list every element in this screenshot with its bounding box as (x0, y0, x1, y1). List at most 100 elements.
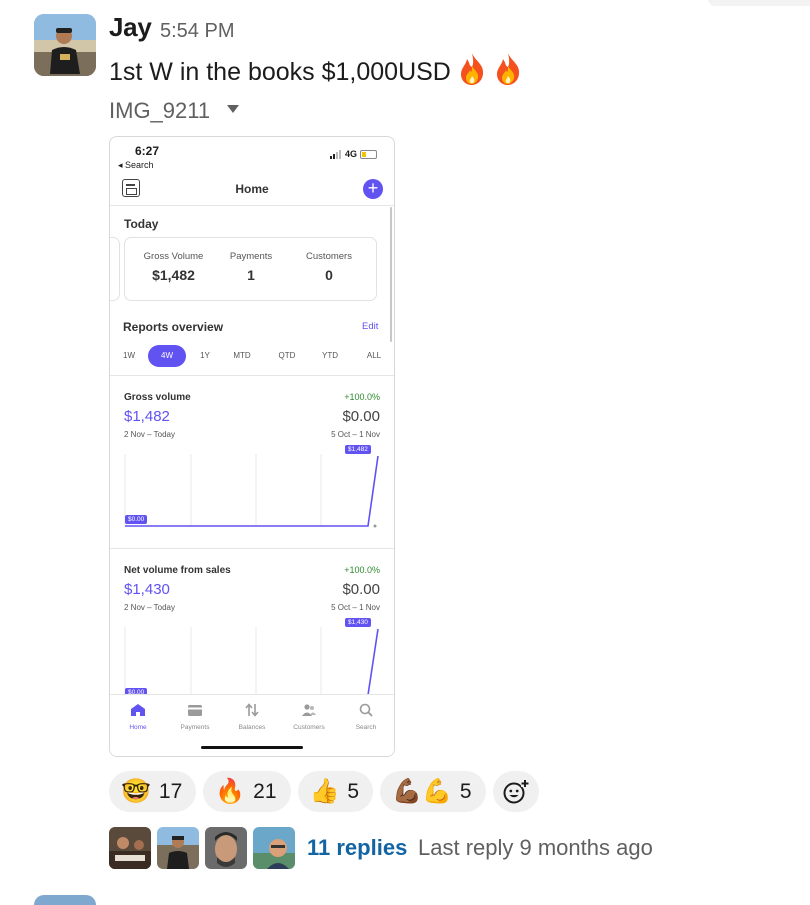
thread-avatar[interactable] (205, 827, 247, 869)
reaction-thumbs-up[interactable]: 👍 5 (297, 771, 374, 812)
gross-previous-period: 5 Oct – 1 Nov (331, 430, 380, 439)
chart-line (367, 628, 379, 695)
tabbar-home: Home (110, 703, 166, 731)
stat-value: 1 (247, 267, 255, 283)
chart-max-tag: $1,430 (345, 618, 371, 627)
fire-icon (457, 52, 487, 86)
reaction-flexed-biceps[interactable]: 💪🏾💪 5 (380, 771, 486, 812)
stat-label: Gross Volume (143, 251, 204, 262)
reports-overview-title: Reports overview (123, 320, 224, 334)
attachment-image[interactable]: 6:27 ◂ Search 4G Home + Today Gross Volu… (109, 136, 395, 757)
attachment-filename[interactable]: IMG_9211 (109, 98, 210, 124)
chart-line (125, 455, 379, 527)
thread-replies-link[interactable]: 11 replies (307, 835, 407, 861)
message-text: 1st W in the books $1,000USD (109, 52, 523, 87)
range-tab: YTD (322, 351, 338, 360)
gross-current: $1,482 (124, 408, 170, 425)
tabbar-label: Customers (293, 724, 325, 731)
thread-avatar[interactable] (157, 827, 199, 869)
stat-label: Payments (229, 251, 273, 262)
add-icon: + (363, 179, 383, 199)
status-time: 6:27 (135, 144, 160, 158)
attachment-dropdown-icon[interactable] (227, 105, 239, 113)
range-tab: 1W (123, 351, 135, 360)
net-previous: $0.00 (342, 581, 380, 598)
reaction-count: 5 (459, 779, 472, 803)
nerd-face-icon: 🤓 (121, 777, 151, 805)
reaction-count: 5 (347, 779, 360, 803)
search-icon (359, 703, 373, 717)
today-stats-card: Gross Volume $1,482 Payments 1 Customers… (124, 237, 377, 301)
reaction-count: 17 (158, 779, 183, 803)
chart-min-tag: $0.00 (125, 515, 148, 524)
status-back-link: ◂ Search (118, 160, 154, 170)
thread-avatar[interactable] (109, 827, 151, 869)
fire-icon (493, 52, 523, 86)
range-tabs: 1W 4W 1Y MTD QTD YTD ALL (115, 345, 391, 367)
fire-icon: 🔥 (215, 777, 246, 805)
gross-current-period: 2 Nov – Today (124, 430, 175, 439)
gross-volume-chart (124, 454, 379, 528)
range-tab: MTD (233, 351, 251, 360)
reaction-bar: 🤓 17 🔥 21 👍 5 💪🏾💪 5 (109, 771, 539, 812)
chart-max-tag: $1,482 (345, 445, 371, 454)
status-indicators: 4G (330, 149, 378, 159)
home-indicator (201, 746, 303, 749)
balances-icon (245, 703, 259, 717)
section-divider (110, 548, 394, 549)
stat-value: 0 (325, 267, 333, 283)
range-tab: QTD (278, 351, 296, 360)
add-reaction-icon (503, 778, 529, 803)
gross-volume-label: Gross volume (124, 392, 191, 403)
net-current-period: 2 Nov – Today (124, 603, 175, 612)
net-previous-period: 5 Oct – 1 Nov (331, 603, 380, 612)
tabbar-label: Search (355, 724, 377, 731)
tabbar-search: Search (338, 703, 394, 731)
tabbar-label: Balances (238, 724, 266, 731)
gross-change: +100.0% (344, 392, 380, 402)
battery-icon (360, 149, 378, 159)
range-tab: 1Y (200, 351, 210, 360)
tabbar-customers: Customers (281, 703, 337, 731)
flexed-biceps-icon: 💪🏾💪 (392, 777, 452, 805)
toolbar-edge (708, 0, 810, 6)
range-tab-active: 4W (148, 345, 186, 367)
thumbs-up-icon: 👍 (309, 777, 340, 805)
message-body: 1st W in the books $1,000USD (109, 58, 451, 86)
app-header-title: Home (235, 182, 269, 196)
reaction-count: 21 (253, 779, 277, 803)
message-timestamp[interactable]: 5:54 PM (160, 20, 234, 43)
header-divider (110, 205, 394, 206)
stat-payments: Payments 1 (217, 251, 285, 283)
tabbar-payments: Payments (167, 703, 223, 731)
thread-last-reply: Last reply 9 months ago (418, 835, 653, 860)
reaction-nerd-face[interactable]: 🤓 17 (109, 771, 197, 812)
tabbar-label: Payments (180, 724, 210, 731)
tabbar-label: Home (129, 724, 147, 731)
net-current: $1,430 (124, 581, 170, 598)
net-volume-label: Net volume from sales (124, 565, 231, 576)
author-avatar[interactable] (34, 14, 96, 76)
scroll-indicator (390, 207, 392, 342)
reaction-fire[interactable]: 🔥 21 (203, 771, 291, 812)
add-reaction-button[interactable] (492, 771, 539, 812)
customers-icon (302, 704, 316, 716)
edit-link: Edit (362, 321, 379, 332)
chart-end-marker (373, 524, 377, 528)
stat-value: $1,482 (152, 267, 195, 283)
stat-gross-volume: Gross Volume $1,482 (131, 251, 216, 283)
stat-label: Customers (306, 251, 352, 262)
thread-participants (109, 827, 295, 869)
thread-avatar[interactable] (253, 827, 295, 869)
tabbar-balances: Balances (224, 703, 280, 731)
range-tab: ALL (366, 351, 382, 360)
author-name[interactable]: Jay (109, 12, 152, 43)
home-icon (131, 704, 145, 716)
payments-icon (188, 705, 202, 716)
network-label: 4G (345, 149, 358, 159)
section-divider (110, 375, 394, 376)
today-heading: Today (124, 217, 159, 231)
net-volume-chart (124, 627, 379, 695)
next-message-avatar[interactable] (34, 895, 96, 905)
signal-icon (330, 149, 342, 159)
